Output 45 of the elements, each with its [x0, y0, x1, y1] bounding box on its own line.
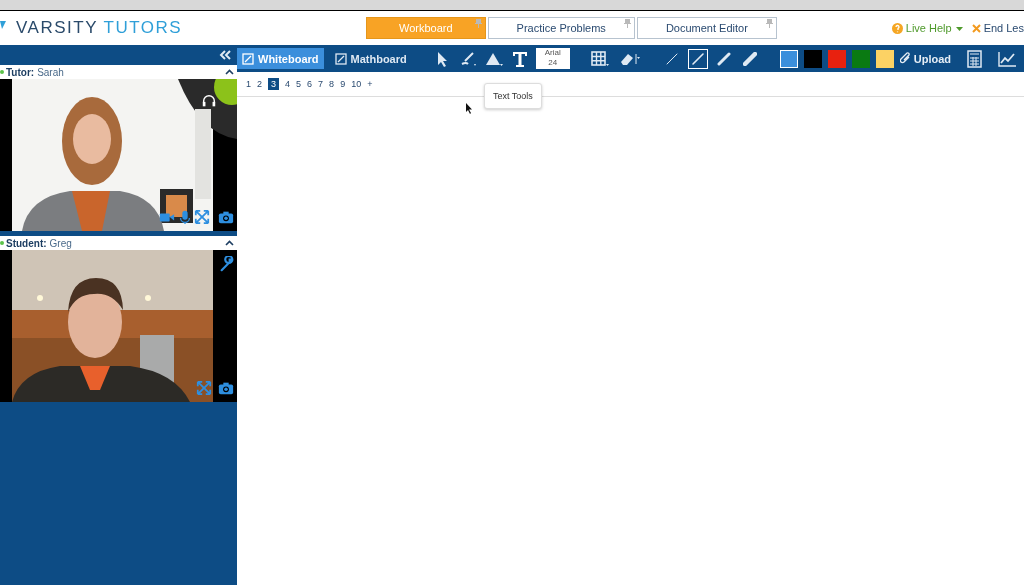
add-page-button[interactable]: +: [367, 79, 373, 89]
upload-button[interactable]: Upload: [899, 52, 951, 65]
page-tab[interactable]: 3: [268, 78, 280, 90]
headset-icon[interactable]: [201, 93, 217, 109]
graph-icon[interactable]: [997, 49, 1017, 68]
page-tab[interactable]: 6: [307, 79, 313, 89]
panel-header: Student: Greg: [0, 236, 237, 250]
cursor-icon: [466, 103, 473, 114]
tab[interactable]: Document Editor: [636, 17, 777, 39]
page-tab[interactable]: 9: [340, 79, 346, 89]
live-help-button[interactable]: Live Help: [891, 22, 964, 34]
page-tab[interactable]: 1: [246, 79, 251, 89]
board-icon: [242, 52, 254, 65]
camera-icon[interactable]: [218, 380, 234, 396]
page-tab[interactable]: 8: [329, 79, 335, 89]
table-icon[interactable]: [589, 49, 610, 68]
color-swatch[interactable]: [779, 49, 798, 68]
page-tab[interactable]: 10: [351, 79, 362, 89]
color-swatch[interactable]: [803, 49, 822, 68]
help-icon: [891, 22, 903, 34]
close-icon: [971, 23, 981, 33]
paperclip-icon: [899, 52, 912, 65]
color-swatch[interactable]: [875, 49, 894, 68]
calculator-icon[interactable]: [965, 49, 985, 68]
chevron-up-icon[interactable]: [225, 69, 234, 75]
page-tab[interactable]: 7: [318, 79, 324, 89]
wrench-icon[interactable]: [219, 256, 235, 272]
end-lesson-button[interactable]: End Les: [971, 22, 1024, 34]
page-tab[interactable]: 5: [296, 79, 302, 89]
panel-header: Tutor: Sarah: [0, 65, 237, 79]
color-swatch[interactable]: [827, 49, 846, 68]
camera-icon[interactable]: [218, 209, 234, 225]
tooltip: Text Tools: [484, 83, 542, 109]
tab[interactable]: Practice Problems: [487, 17, 635, 39]
collapse-icon[interactable]: [219, 50, 231, 60]
font-picker[interactable]: Arial 24: [535, 48, 570, 69]
page-tab[interactable]: 4: [285, 79, 291, 89]
color-swatch[interactable]: [851, 49, 870, 68]
board-icon: [334, 52, 347, 65]
logo: VARSITY TUTORS: [16, 18, 183, 38]
mode-tab[interactable]: Mathboard: [329, 48, 412, 69]
page-tab[interactable]: 2: [257, 79, 263, 89]
line-width-option[interactable]: [687, 48, 708, 69]
microphone-icon[interactable]: [177, 209, 193, 225]
chevron-up-icon[interactable]: [225, 240, 234, 246]
